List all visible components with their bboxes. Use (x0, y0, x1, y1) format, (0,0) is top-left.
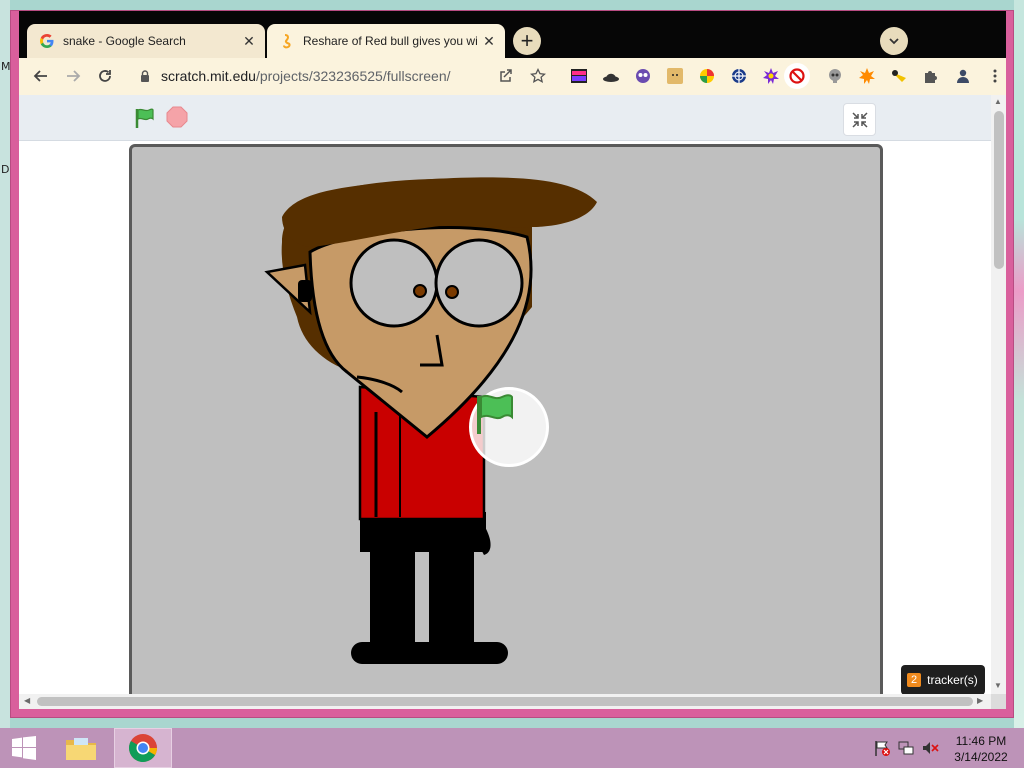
close-icon[interactable]: ✕ (481, 33, 497, 49)
extension-skull-icon[interactable] (826, 67, 844, 85)
chrome-taskbar-button[interactable] (114, 728, 172, 768)
new-tab-button[interactable]: + (513, 27, 541, 55)
lock-icon (137, 69, 153, 83)
green-flag-button[interactable] (133, 106, 159, 132)
tracker-badge[interactable]: 2 tracker(s) (901, 665, 985, 695)
extension-color-icon[interactable] (698, 67, 716, 85)
scroll-left-icon[interactable]: ◀ (24, 696, 30, 705)
extension-burst-icon[interactable] (762, 67, 780, 85)
forward-arrow-icon (67, 70, 81, 82)
extension-globe-icon[interactable] (730, 67, 748, 85)
clock-date: 3/14/2022 (954, 750, 1008, 764)
file-explorer-taskbar-button[interactable] (52, 728, 110, 768)
file-explorer-icon (66, 738, 96, 760)
network-icon[interactable] (897, 739, 915, 757)
desktop-left-strip: M D (0, 0, 11, 728)
windows-start-icon (12, 736, 36, 760)
windows-start-button[interactable] (0, 728, 48, 768)
stop-button[interactable] (166, 106, 192, 132)
chrome-icon (129, 734, 157, 762)
extension-doge-icon[interactable] (666, 67, 684, 85)
browser-window: snake - Google Search ✕ Reshare of Red b… (10, 10, 1014, 718)
horizontal-scrollbar[interactable]: ◀ ▶ (19, 694, 991, 709)
player-controls-bar (19, 95, 991, 141)
extension-owl-icon[interactable] (634, 67, 652, 85)
vertical-scrollbar[interactable]: ▲ ▼ (991, 95, 1006, 694)
vertical-scroll-thumb[interactable] (994, 111, 1004, 269)
unfullscreen-icon (851, 111, 868, 128)
extensions-puzzle-icon[interactable] (922, 67, 940, 85)
forward-button[interactable] (59, 62, 87, 90)
url-host: scratch.mit.edu (161, 68, 256, 84)
desktop-right-strip (1014, 0, 1024, 728)
green-flag-icon (477, 394, 513, 434)
tracker-count: 2 (907, 673, 922, 687)
scroll-up-icon[interactable]: ▲ (994, 97, 1002, 106)
stop-sign-icon (166, 106, 188, 128)
extension-block-icon[interactable] (784, 63, 810, 89)
page-viewport: 2 tracker(s) ▲ ▼ ◀ ▶ (19, 95, 1006, 709)
bookmark-star-icon[interactable] (529, 67, 547, 85)
volume-muted-icon[interactable] (921, 739, 939, 757)
horizontal-scroll-thumb[interactable] (37, 697, 973, 706)
url-text: scratch.mit.edu/projects/323236525/fulls… (161, 68, 451, 84)
more-vert-icon[interactable] (986, 67, 1004, 85)
scroll-right-icon[interactable]: ▶ (977, 696, 983, 705)
scratch-cat-icon (279, 33, 295, 49)
green-flag-start-overlay[interactable] (469, 387, 549, 467)
taskbar: 11:46 PM 3/14/2022 (0, 728, 1024, 768)
exit-fullscreen-button[interactable] (843, 103, 876, 136)
share-icon[interactable] (497, 67, 515, 85)
reload-icon (99, 70, 111, 82)
system-clock[interactable]: 11:46 PM 3/14/2022 (950, 733, 1012, 765)
tracker-label: tracker(s) (927, 673, 978, 687)
extension-1-icon[interactable] (570, 67, 588, 85)
profile-icon[interactable] (954, 67, 972, 85)
tab-scratch-project[interactable]: Reshare of Red bull gives you wings ✕ (267, 24, 505, 58)
desktop-icon-label-fragment: D (1, 163, 10, 176)
project-stage[interactable] (129, 144, 883, 704)
extension-flame-icon[interactable] (858, 67, 876, 85)
scrollbar-corner (991, 694, 1006, 709)
tab-strip: snake - Google Search ✕ Reshare of Red b… (19, 11, 1006, 58)
url-path: /projects/323236525/fullscreen/ (255, 68, 451, 84)
scroll-down-icon[interactable]: ▼ (994, 681, 1002, 690)
action-center-flag-icon[interactable] (873, 739, 891, 757)
tab-title: snake - Google Search (63, 34, 186, 48)
browser-toolbar: scratch.mit.edu/projects/323236525/fulls… (19, 58, 1006, 95)
back-button[interactable] (27, 62, 55, 90)
extension-hat-icon[interactable] (602, 67, 620, 85)
close-icon[interactable]: ✕ (241, 33, 257, 49)
extension-duck-icon[interactable] (890, 67, 908, 85)
green-flag-icon (135, 108, 154, 128)
tab-title: Reshare of Red bull gives you wings (303, 34, 477, 48)
address-bar[interactable]: scratch.mit.edu/projects/323236525/fulls… (131, 61, 551, 91)
tab-google-search[interactable]: snake - Google Search ✕ (27, 24, 265, 58)
tab-search-button[interactable] (880, 27, 908, 55)
clock-time: 11:46 PM (955, 734, 1007, 748)
chevron-down-icon (889, 38, 899, 45)
back-arrow-icon (33, 70, 47, 82)
google-g-icon (39, 33, 55, 49)
reload-button[interactable] (91, 62, 119, 90)
